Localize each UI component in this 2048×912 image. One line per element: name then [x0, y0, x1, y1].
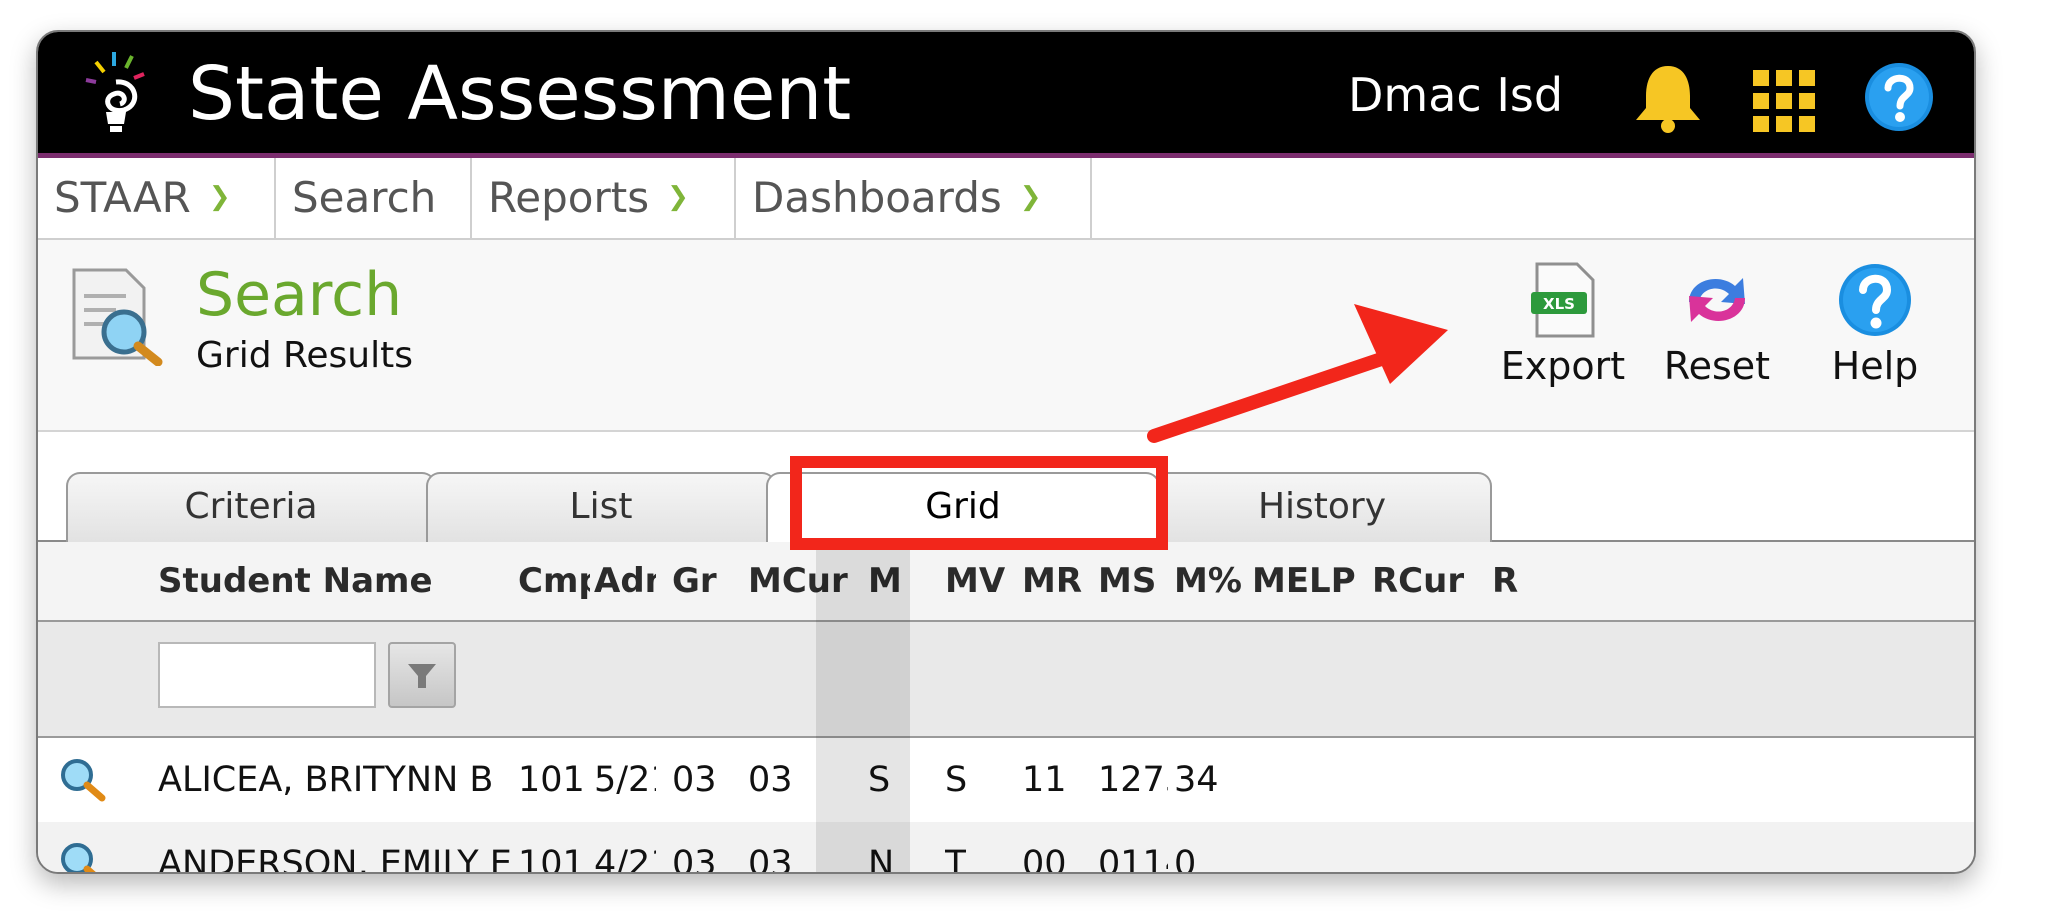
annotation-arrow-icon: [1147, 304, 1448, 443]
app-window: State Assessment Dmac Isd STAAR❯ Search: [36, 30, 1976, 874]
